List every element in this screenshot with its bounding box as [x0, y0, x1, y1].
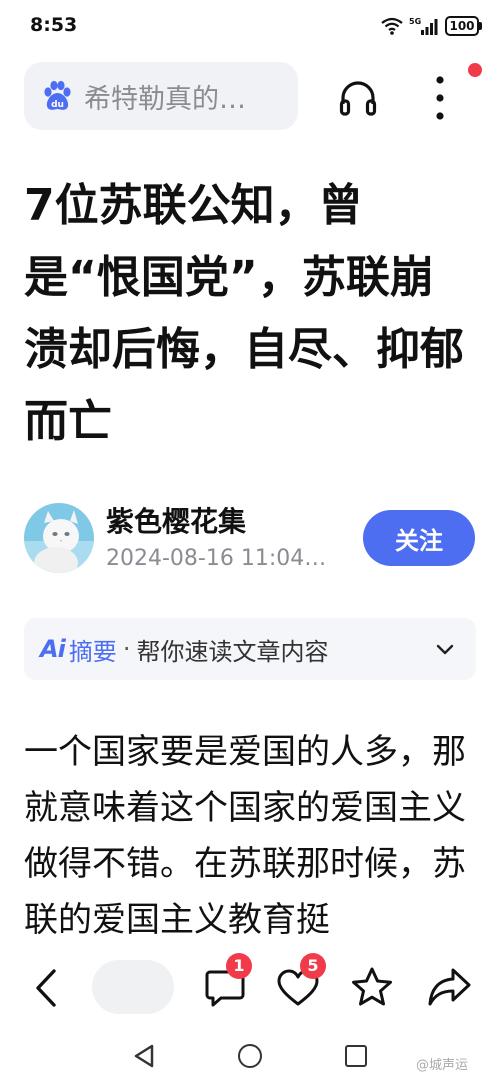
search-bar[interactable]: du 希特勒真的…: [24, 62, 298, 130]
ai-logo: Ai: [40, 635, 66, 663]
ai-summary-bar[interactable]: Ai 摘要 · 帮你速读文章内容: [24, 618, 476, 680]
wifi-icon: [381, 17, 403, 35]
battery-level: 100: [445, 16, 479, 36]
star-icon[interactable]: [350, 966, 394, 1008]
svg-text:du: du: [51, 100, 64, 110]
nav-home-icon[interactable]: [238, 1044, 262, 1068]
more-vertical-icon[interactable]: [425, 72, 455, 124]
status-bar: 8:53 5G 100: [0, 0, 500, 56]
ai-summary-separator: ·: [122, 635, 131, 663]
like-count-badge: 5: [300, 953, 326, 979]
notification-dot: [468, 63, 482, 77]
baidu-paw-icon: du: [44, 80, 71, 110]
status-time: 8:53: [30, 14, 78, 36]
avatar[interactable]: [24, 503, 94, 573]
article-title: 7位苏联公知，曾是“恨国党”，苏联崩溃却后悔，自尽、抑郁而亡: [24, 180, 464, 447]
author-name[interactable]: 紫色樱花集: [106, 500, 246, 540]
battery-icon: 100: [445, 16, 482, 36]
post-timestamp: 2024-08-16 11:04…: [106, 546, 327, 571]
watermark: @城声运: [416, 1058, 469, 1073]
status-icons: 5G 100: [381, 14, 482, 38]
cat-avatar-image: [24, 503, 94, 573]
cellular-signal-icon: 5G: [409, 17, 438, 35]
comment-count-badge: 1: [226, 953, 252, 979]
ai-summary-description: 帮你速读文章内容: [136, 637, 329, 666]
share-icon[interactable]: [426, 966, 472, 1008]
comment-input[interactable]: [92, 960, 174, 1014]
article-body: 一个国家要是爱国的人多，那就意味着这个国家的爱国主义做得不错。在苏联那时候，苏联…: [24, 732, 466, 940]
nav-back-icon[interactable]: [133, 1044, 155, 1068]
nav-recent-apps-icon[interactable]: [345, 1045, 367, 1067]
network-type-label: 5G: [409, 17, 421, 26]
search-query: 希特勒真的…: [84, 83, 246, 115]
follow-button[interactable]: 关注: [363, 510, 475, 566]
chevron-down-icon[interactable]: [434, 638, 456, 660]
ai-summary-label: 摘要: [68, 637, 117, 666]
back-arrow-icon[interactable]: [30, 966, 64, 1010]
headphone-icon[interactable]: [336, 76, 380, 120]
